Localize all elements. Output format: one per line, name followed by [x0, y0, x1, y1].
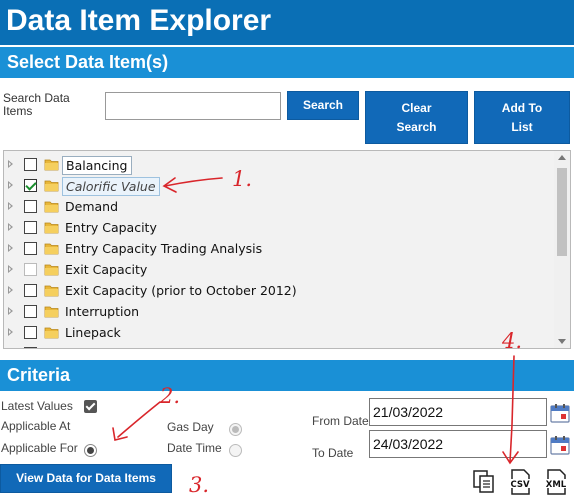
tree-item-checkbox[interactable] [24, 263, 37, 276]
xml-label: XML [546, 480, 567, 490]
criteria-header: Criteria [0, 360, 574, 391]
calendar-icon[interactable] [549, 402, 571, 424]
annotation-arrowhead-2 [112, 427, 128, 441]
tree-item-interruption[interactable]: Interruption [4, 302, 554, 323]
folder-icon [44, 327, 59, 339]
tree-item-checkbox[interactable] [24, 284, 37, 297]
tree-item-label[interactable]: Balancing [62, 156, 132, 175]
folder-icon [44, 264, 59, 276]
scroll-down-arrow-icon[interactable] [558, 339, 566, 344]
tree-item-checkbox[interactable] [24, 242, 37, 255]
tree-item-entry-capacity-trading[interactable]: Entry Capacity Trading Analysis [4, 239, 554, 260]
search-button[interactable]: Search [287, 91, 359, 120]
folder-icon [44, 159, 59, 171]
clear-search-button[interactable]: Clear Search [365, 91, 468, 144]
folder-icon [44, 222, 59, 234]
tree-item-checkbox[interactable] [24, 200, 37, 213]
annotation-arrow-2 [117, 401, 161, 438]
tree-item-entry-capacity[interactable]: Entry Capacity [4, 218, 554, 239]
csv-export-icon[interactable]: CSV [507, 469, 533, 495]
folder-icon [44, 243, 59, 255]
page-title: Data Item Explorer [6, 4, 272, 37]
scroll-up-arrow-icon[interactable] [558, 155, 566, 160]
applicable-for-label: Applicable For [1, 441, 78, 455]
gas-day-radio[interactable] [229, 423, 242, 436]
tree-item-partial [4, 344, 554, 349]
tree-item-label[interactable]: Demand [62, 198, 121, 215]
latest-values-checkbox[interactable] [84, 400, 97, 413]
from-date-label: From Date [312, 414, 369, 428]
tree-item-label[interactable]: Exit Capacity [62, 261, 150, 278]
tree-item-exit-capacity-prior[interactable]: Exit Capacity (prior to October 2012) [4, 281, 554, 302]
tree-item-checkbox[interactable] [24, 158, 37, 171]
calendar-icon[interactable] [549, 434, 571, 456]
clear-search-label-1: Clear [401, 100, 432, 115]
from-date-input[interactable] [369, 398, 547, 426]
folder-icon [44, 201, 59, 213]
date-time-radio[interactable] [229, 444, 242, 457]
search-input[interactable] [105, 92, 281, 120]
view-data-button-label: View Data for Data Items [16, 471, 156, 485]
tree-item-label[interactable]: Exit Capacity (prior to October 2012) [62, 282, 300, 299]
expand-arrow-icon[interactable] [8, 160, 13, 168]
expand-arrow-icon[interactable] [8, 265, 13, 273]
criteria-title: Criteria [7, 365, 71, 385]
tree-item-balancing[interactable]: Balancing [4, 155, 554, 176]
expand-arrow-icon[interactable] [8, 223, 13, 231]
tree-item-calorific-value[interactable]: Calorific Value [4, 176, 554, 197]
copy-clipboard-icon[interactable] [471, 469, 497, 495]
date-time-label: Date Time [167, 441, 222, 455]
tree-item-checkbox[interactable] [24, 305, 37, 318]
xml-export-icon[interactable]: XML [543, 469, 569, 495]
expand-arrow-icon[interactable] [8, 181, 13, 189]
latest-values-label: Latest Values [1, 399, 73, 413]
add-to-list-label-2: List [511, 119, 533, 134]
applicable-for-radio[interactable] [84, 444, 97, 457]
scroll-thumb[interactable] [557, 168, 567, 256]
clear-search-label-2: Search [396, 119, 437, 134]
view-data-button[interactable]: View Data for Data Items [0, 464, 172, 493]
add-to-list-label-1: Add To [501, 100, 543, 115]
select-items-header: Select Data Item(s) [0, 47, 574, 78]
tree-item-label[interactable]: Interruption [62, 303, 142, 320]
csv-label: CSV [510, 480, 530, 490]
folder-icon [44, 285, 59, 297]
tree-item-checkbox [24, 347, 37, 348]
folder-icon [44, 180, 59, 192]
to-date-input[interactable] [369, 430, 547, 458]
expand-arrow-icon[interactable] [8, 307, 13, 315]
search-label: Search Data Items [3, 91, 70, 118]
tree-item-exit-capacity[interactable]: Exit Capacity [4, 260, 554, 281]
tree-item-checkbox[interactable] [24, 179, 37, 192]
tree-item-checkbox[interactable] [24, 221, 37, 234]
expand-arrow-icon[interactable] [8, 244, 13, 252]
search-button-label: Search [302, 98, 344, 112]
applicable-at-label: Applicable At [1, 419, 71, 433]
tree-scrollbar[interactable] [554, 151, 570, 348]
annotation-label-3: 3. [189, 473, 209, 497]
data-item-tree[interactable]: Balancing Calorific Value Demand Entry C… [3, 150, 571, 349]
tree-item-label[interactable]: Linepack [62, 324, 124, 341]
expand-arrow-icon[interactable] [8, 286, 13, 294]
tree-item-label[interactable]: Entry Capacity Trading Analysis [62, 240, 265, 257]
folder-icon [44, 347, 59, 349]
select-items-title: Select Data Item(s) [7, 52, 169, 72]
to-date-label: To Date [312, 446, 354, 460]
tree-item-checkbox[interactable] [24, 326, 37, 339]
expand-arrow-icon[interactable] [8, 328, 13, 336]
expand-arrow-icon[interactable] [8, 202, 13, 210]
add-to-list-button[interactable]: Add To List [474, 91, 570, 144]
tree-item-demand[interactable]: Demand [4, 197, 554, 218]
gas-day-label: Gas Day [167, 420, 214, 434]
tree-item-linepack[interactable]: Linepack [4, 323, 554, 344]
tree-item-label[interactable]: Entry Capacity [62, 219, 160, 236]
tree-item-label[interactable]: Calorific Value [62, 177, 160, 196]
app-title-bar: Data Item Explorer [0, 0, 574, 45]
folder-icon [44, 306, 59, 318]
